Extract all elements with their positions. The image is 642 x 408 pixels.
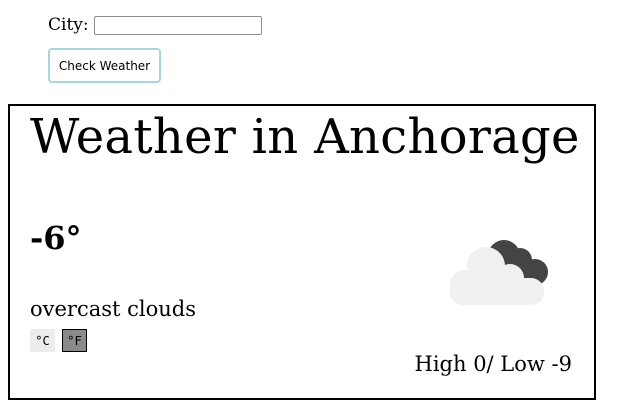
fahrenheit-button[interactable]: °F bbox=[62, 329, 87, 352]
city-row: City: bbox=[48, 15, 262, 35]
celsius-button[interactable]: °C bbox=[30, 329, 55, 352]
city-label: City: bbox=[48, 15, 89, 35]
weather-title: Weather in Anchorage bbox=[30, 109, 580, 165]
weather-description: overcast clouds bbox=[30, 297, 197, 321]
temperature-value: -6° bbox=[30, 219, 82, 257]
city-input[interactable] bbox=[93, 15, 262, 35]
check-weather-button[interactable]: Check Weather bbox=[48, 48, 161, 83]
overcast-clouds-icon bbox=[450, 240, 548, 305]
high-low-temperature: High 0/ Low -9 bbox=[414, 352, 572, 376]
unit-toggle: °C °F bbox=[30, 329, 87, 352]
weather-card: Weather in Anchorage -6° overcast clouds… bbox=[8, 104, 596, 400]
